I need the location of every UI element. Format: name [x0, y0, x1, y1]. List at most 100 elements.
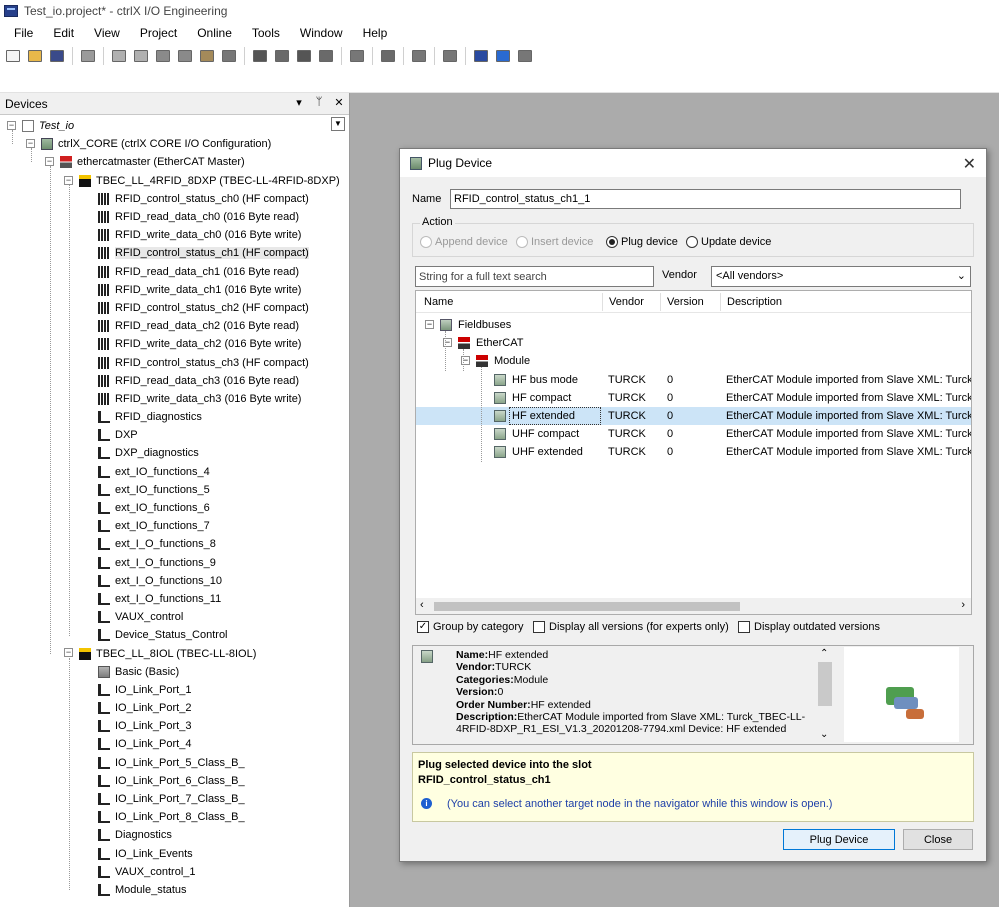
device-list-row[interactable]: − EtherCAT: [416, 334, 971, 352]
device-list-row[interactable]: UHF compact TURCK 0 EtherCAT Module importe…: [416, 425, 971, 443]
radio-insert-device[interactable]: Insert device: [516, 236, 593, 248]
tree-node[interactable]: ext_IO_functions_7: [0, 517, 349, 535]
tree-node[interactable]: IO_Link_Events: [0, 845, 349, 863]
column-vendor[interactable]: Vendor: [609, 296, 644, 308]
checkbox-display-1[interactable]: Display all versions (for experts only): [533, 621, 729, 633]
info-scrollbar-thumb[interactable]: [818, 662, 832, 706]
tree-node[interactable]: DXP: [0, 426, 349, 444]
tree-node[interactable]: RFID_control_status_ch0 (HF compact): [0, 190, 349, 208]
tree-node[interactable]: ext_IO_functions_4: [0, 463, 349, 481]
cut-icon[interactable]: [153, 46, 173, 66]
tree-node[interactable]: ext_I_O_functions_9: [0, 554, 349, 572]
check-icon[interactable]: [440, 46, 460, 66]
tree-node[interactable]: − TBEC_LL_8IOL (TBEC-LL-8IOL): [0, 644, 349, 662]
menu-view[interactable]: View: [84, 24, 130, 42]
panel-menu-icon[interactable]: ▾: [293, 96, 305, 109]
column-description[interactable]: Description: [727, 296, 782, 308]
clipboard-icon[interactable]: [347, 46, 367, 66]
menu-file[interactable]: File: [4, 24, 43, 42]
export-icon[interactable]: [378, 46, 398, 66]
find-next-icon[interactable]: [272, 46, 292, 66]
column-version[interactable]: Version: [667, 296, 704, 308]
open-icon[interactable]: [25, 46, 45, 66]
filter-icon[interactable]: [409, 46, 429, 66]
download-icon[interactable]: [493, 46, 513, 66]
tree-node[interactable]: IO_Link_Port_5_Class_B_: [0, 754, 349, 772]
tree-node[interactable]: ext_I_O_functions_10: [0, 572, 349, 590]
copy-icon[interactable]: [175, 46, 195, 66]
tree-node[interactable]: RFID_read_data_ch1 (016 Byte read): [0, 263, 349, 281]
close-button[interactable]: Close: [903, 829, 973, 850]
info-scrollbar[interactable]: ⌃ ⌄: [817, 648, 833, 740]
tree-node[interactable]: − ctrlX_CORE (ctrlX CORE I/O Configuratio…: [0, 135, 349, 153]
tree-node[interactable]: ext_IO_functions_5: [0, 481, 349, 499]
radio-plug-device[interactable]: Plug device: [606, 236, 678, 248]
tree-node[interactable]: RFID_write_data_ch2 (016 Byte write): [0, 335, 349, 353]
tree-node[interactable]: RFID_read_data_ch0 (016 Byte read): [0, 208, 349, 226]
tree-node[interactable]: IO_Link_Port_2: [0, 699, 349, 717]
radio-update-device[interactable]: Update device: [686, 236, 771, 248]
device-list-row[interactable]: − Module: [416, 352, 971, 370]
tree-node[interactable]: RFID_write_data_ch0 (016 Byte write): [0, 226, 349, 244]
tree-node[interactable]: IO_Link_Port_7_Class_B_: [0, 790, 349, 808]
find-all-icon[interactable]: [316, 46, 336, 66]
tree-node[interactable]: ext_IO_functions_6: [0, 499, 349, 517]
column-name[interactable]: Name: [424, 296, 453, 308]
search-input[interactable]: [415, 266, 654, 287]
tree-node[interactable]: Device_Status_Control: [0, 626, 349, 644]
menu-online[interactable]: Online: [187, 24, 242, 42]
copy-device-icon[interactable]: [515, 46, 535, 66]
pin-icon[interactable]: ᛘ: [313, 96, 325, 109]
tree-node[interactable]: ext_I_O_functions_8: [0, 535, 349, 553]
collapse-icon[interactable]: −: [26, 139, 35, 149]
find-icon[interactable]: [250, 46, 270, 66]
tree-node[interactable]: DXP_diagnostics: [0, 444, 349, 462]
close-icon[interactable]: ✕: [333, 96, 345, 109]
tree-node[interactable]: IO_Link_Port_8_Class_B_: [0, 808, 349, 826]
tree-node[interactable]: IO_Link_Port_1: [0, 681, 349, 699]
scroll-left-icon[interactable]: ‹: [420, 599, 424, 611]
tree-node[interactable]: RFID_write_data_ch1 (016 Byte write): [0, 281, 349, 299]
tree-node[interactable]: Diagnostics: [0, 826, 349, 844]
tree-node[interactable]: RFID_read_data_ch3 (016 Byte read): [0, 372, 349, 390]
checkbox-display-2[interactable]: Display outdated versions: [738, 621, 880, 633]
tree-node[interactable]: ext_I_O_functions_11: [0, 590, 349, 608]
tree-node[interactable]: VAUX_control_1: [0, 863, 349, 881]
print-icon[interactable]: [78, 46, 98, 66]
tree-node[interactable]: VAUX_control: [0, 608, 349, 626]
collapse-icon[interactable]: −: [64, 175, 73, 185]
vendor-select[interactable]: <All vendors> ⌄: [711, 266, 971, 287]
tree-node[interactable]: − ethercatmaster (EtherCAT Master): [0, 153, 349, 171]
checkbox-group-0[interactable]: ✓ Group by category: [417, 621, 524, 633]
scrollbar-thumb[interactable]: [434, 602, 740, 611]
undo-icon[interactable]: [109, 46, 129, 66]
device-list-row[interactable]: HF extended TURCK 0 EtherCAT Module importe…: [416, 407, 971, 425]
device-list-row[interactable]: HF bus mode TURCK 0 EtherCAT Module importe…: [416, 371, 971, 389]
save-icon[interactable]: [47, 46, 67, 66]
scroll-down-icon[interactable]: ⌄: [820, 729, 828, 740]
collapse-icon[interactable]: −: [45, 157, 54, 167]
collapse-icon[interactable]: −: [7, 121, 16, 130]
collapse-icon[interactable]: −: [425, 320, 434, 329]
plug-device-button[interactable]: Plug Device: [783, 829, 895, 850]
delete-icon[interactable]: [219, 46, 239, 66]
menu-help[interactable]: Help: [353, 24, 398, 42]
scan-icon[interactable]: [471, 46, 491, 66]
tree-node[interactable]: RFID_read_data_ch2 (016 Byte read): [0, 317, 349, 335]
tree-node[interactable]: − Test_io: [0, 117, 349, 135]
scroll-right-icon[interactable]: ›: [961, 599, 965, 611]
tree-node[interactable]: RFID_control_status_ch3 (HF compact): [0, 353, 349, 371]
tree-node[interactable]: RFID_control_status_ch2 (HF compact): [0, 299, 349, 317]
device-list-row[interactable]: UHF extended TURCK 0 EtherCAT Module import…: [416, 443, 971, 461]
device-list-row[interactable]: HF compact TURCK 0 EtherCAT Module imported…: [416, 389, 971, 407]
menu-edit[interactable]: Edit: [43, 24, 84, 42]
tree-node[interactable]: RFID_diagnostics: [0, 408, 349, 426]
new-icon[interactable]: [3, 46, 23, 66]
tree-node[interactable]: Basic (Basic): [0, 663, 349, 681]
tree-node[interactable]: IO_Link_Port_6_Class_B_: [0, 772, 349, 790]
menu-window[interactable]: Window: [290, 24, 353, 42]
radio-append-device[interactable]: Append device: [420, 236, 508, 248]
menu-project[interactable]: Project: [130, 24, 187, 42]
tree-node[interactable]: IO_Link_Port_4: [0, 735, 349, 753]
menu-tools[interactable]: Tools: [242, 24, 290, 42]
